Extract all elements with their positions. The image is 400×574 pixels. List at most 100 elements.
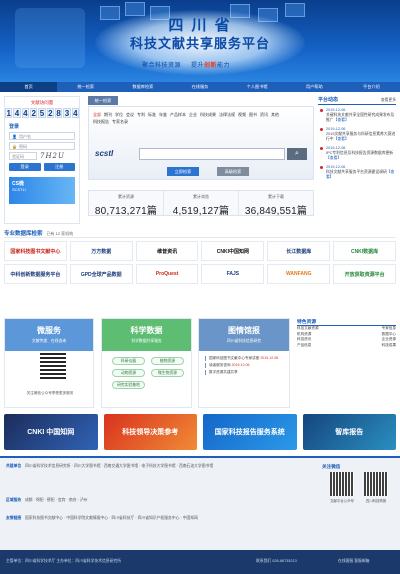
list-item[interactable]: 读者服务咨询 2019.12.06 bbox=[205, 363, 287, 368]
search-input[interactable] bbox=[139, 148, 285, 160]
library-news-panel: 图情馆报 四川省科技信息研究 国家科技图书文献中心专家讲座 2019.12.06 … bbox=[198, 318, 290, 408]
category-item[interactable]: 产品样本 bbox=[170, 112, 186, 117]
db-logo[interactable]: CNKI中国知网 bbox=[201, 241, 265, 261]
news-item[interactable]: 2019-12-06 关键科技文献共享全国性研究成果发布及推广【查看】 bbox=[318, 108, 396, 123]
search-button[interactable]: 立即检索 bbox=[167, 167, 199, 176]
category-item[interactable]: 期刊 bbox=[104, 112, 112, 117]
news-date: 2019-12-06 bbox=[326, 108, 346, 112]
pill-link[interactable]: 研究实验基地 bbox=[112, 381, 145, 389]
ad-banner-think-tank[interactable]: 智库报告 bbox=[302, 414, 396, 450]
ad-banner-cnki[interactable]: CNKI 中国知网 bbox=[4, 414, 98, 450]
register-button[interactable]: 注册 bbox=[43, 163, 75, 171]
pill-link[interactable]: 动物资源 bbox=[112, 369, 145, 377]
news-item[interactable]: 2019-12-06 2019文献共享服务与科研信息素养大赛进行中【查看】 bbox=[318, 127, 396, 142]
category-item[interactable]: 专家名录 bbox=[112, 119, 128, 124]
news-text: IPC专利信息及科技报告资源数据库更新 bbox=[326, 151, 394, 155]
bullet-icon bbox=[320, 109, 323, 112]
tab-unified-search[interactable]: 统一检索 bbox=[88, 96, 118, 105]
category-item[interactable]: 图书 bbox=[249, 112, 257, 117]
db-logo[interactable]: 中科创新数据服务平台 bbox=[4, 264, 67, 284]
nav-home[interactable]: 首页 bbox=[0, 82, 58, 92]
advanced-search-button[interactable]: 高级检索 bbox=[217, 167, 249, 176]
bullet-icon bbox=[320, 128, 323, 131]
db-logo[interactable]: 万方数据 bbox=[69, 241, 133, 261]
category-item[interactable]: 年鉴 bbox=[159, 112, 167, 117]
username-placeholder: 用户名 bbox=[18, 133, 31, 139]
news-title: 平台动态 bbox=[318, 97, 339, 103]
search-icon-button[interactable]: ⌕ bbox=[287, 148, 307, 160]
db-logo[interactable]: WANFANG bbox=[267, 264, 331, 284]
footer-service-links[interactable]: 在线客服 客服邮箱 bbox=[338, 559, 369, 564]
stat-downloads: 累计下载 36,849,551篇 bbox=[239, 191, 313, 217]
list-date: 2019.12.06 bbox=[231, 363, 250, 367]
news-more-link[interactable]: 查看更多 bbox=[381, 96, 396, 104]
news-view-link[interactable]: 【查看】 bbox=[326, 156, 341, 160]
nav-about[interactable]: 平台介绍 bbox=[343, 82, 400, 92]
login-button[interactable]: 登录 bbox=[9, 163, 41, 171]
news-item[interactable]: 2019-12-06 科技文献共享服务平台资源建设调研【查看】 bbox=[318, 165, 396, 180]
lock-icon: 🔒 bbox=[12, 143, 17, 149]
news-date: 2019-12-06 bbox=[326, 127, 346, 131]
nav-database-search[interactable]: 数据库检索 bbox=[114, 82, 171, 92]
pill-link[interactable]: 科研仪器 bbox=[112, 357, 145, 365]
panel-subtitle: 文献传递、在线咨询 bbox=[31, 339, 67, 343]
stat-views: 累计浏览 4,519,127篇 bbox=[164, 191, 239, 217]
db-logo[interactable]: 长江数据库 bbox=[267, 241, 331, 261]
db-logo[interactable]: CNKI数据库 bbox=[333, 241, 396, 261]
footer-links[interactable]: 成都 · 绵阳 · 德阳 · 宜宾 · 南充 · 泸州 bbox=[25, 498, 87, 502]
username-field[interactable]: 👤 用户名 bbox=[9, 132, 75, 140]
category-item[interactable]: 企业 bbox=[189, 112, 197, 117]
resource-link[interactable]: 产品信息 科技成果 bbox=[297, 343, 396, 349]
password-field[interactable]: 🔒 密码 bbox=[9, 142, 75, 150]
pill-link[interactable]: 植物资源 bbox=[151, 357, 184, 365]
category-item[interactable]: 会议 bbox=[126, 112, 134, 117]
ad-banner-decision[interactable]: 科技领导决策参考 bbox=[103, 414, 197, 450]
db-logo[interactable]: 维普资讯 bbox=[135, 241, 199, 261]
captcha-image[interactable]: 7H2U bbox=[40, 152, 65, 160]
footer-links[interactable]: 国家科技图书文献中心 · 中国科学院文献情报中心 · 四川省科技厅 · 四川省知… bbox=[25, 516, 198, 520]
category-item[interactable]: 标准 bbox=[148, 112, 156, 117]
db-logo[interactable]: 国家科技图书文献中心 bbox=[4, 241, 67, 261]
micro-service-panel[interactable]: 微服务 文献传递、在线咨询 关注微信公众号享受更多服务 bbox=[4, 318, 94, 408]
list-item[interactable]: 数字资源共建共享 bbox=[205, 370, 287, 375]
counter-digit: 8 bbox=[54, 108, 63, 118]
pill-link[interactable]: 微生物资源 bbox=[151, 369, 184, 377]
nav-personal-library[interactable]: 个人图书馆 bbox=[229, 82, 286, 92]
banner-slogan: 聚合科技资源 提升创新能力 bbox=[142, 60, 230, 69]
list-item[interactable]: 国家科技图书文献中心专家讲座 2019.12.06 bbox=[205, 356, 287, 361]
db-logo[interactable]: 开放获取资源平台 bbox=[333, 264, 396, 284]
panel-title: 特色资源 bbox=[297, 318, 396, 326]
footer-links[interactable]: 四川省科学技术信息研究所 · 四川大学图书馆 · 西南交通大学图书馆 · 电子科… bbox=[25, 464, 213, 468]
category-item[interactable]: 其他 bbox=[271, 112, 279, 117]
bullet-icon bbox=[320, 166, 323, 169]
category-item[interactable]: 资讯 bbox=[260, 112, 268, 117]
db-logo[interactable]: ProQuest bbox=[135, 264, 199, 284]
category-list: 全部 期刊 学位 会议 专利 标准 年鉴 产品样本 企业 科技成果 法律法规 视频 图书 资讯 其他 科技报… bbox=[93, 111, 309, 125]
nav-unified-search[interactable]: 统一检索 bbox=[57, 82, 114, 92]
category-item[interactable]: 专利 bbox=[137, 112, 145, 117]
slogan-b-suffix: 能力 bbox=[217, 63, 231, 69]
qr-caption: 四川科技情报 bbox=[365, 499, 387, 503]
captcha-row: 验证码 7H2U bbox=[9, 152, 75, 160]
news-view-link[interactable]: 【查看】 bbox=[334, 137, 349, 141]
wechat-promo[interactable]: CS微 SCSTL! bbox=[9, 177, 75, 204]
db-logo[interactable]: FAJS bbox=[201, 264, 265, 284]
login-title: 登录 bbox=[9, 124, 20, 130]
qr-block: 文献平台公众号 bbox=[330, 472, 354, 503]
nav-help[interactable]: 用户帮助 bbox=[286, 82, 343, 92]
news-view-link[interactable]: 【查看】 bbox=[334, 118, 349, 122]
panel-subtitle: 四川省科技信息研究 bbox=[226, 339, 262, 343]
category-item[interactable]: 学位 bbox=[115, 112, 123, 117]
category-item[interactable]: 科技报告 bbox=[93, 119, 109, 124]
nav-online-service[interactable]: 在线服务 bbox=[171, 82, 228, 92]
ad-banner-report-system[interactable]: 国家科技报告服务系统 bbox=[203, 414, 297, 450]
category-item[interactable]: 视频 bbox=[238, 112, 246, 117]
captcha-input[interactable]: 验证码 bbox=[9, 152, 37, 160]
db-logo[interactable]: GPD全球产品数据 bbox=[69, 264, 133, 284]
category-item[interactable]: 法律法规 bbox=[219, 112, 235, 117]
category-item[interactable]: 科技成果 bbox=[200, 112, 216, 117]
category-item[interactable]: 全部 bbox=[93, 112, 101, 117]
news-item[interactable]: 2019-12-06 IPC专利信息及科技报告资源数据库更新【查看】 bbox=[318, 146, 396, 161]
search-box: 全部 期刊 学位 会议 专利 标准 年鉴 产品样本 企业 科技成果 法律法规 视频 图书 资讯 其他 科技报… bbox=[88, 106, 314, 180]
counter-digit: 3 bbox=[63, 108, 71, 118]
